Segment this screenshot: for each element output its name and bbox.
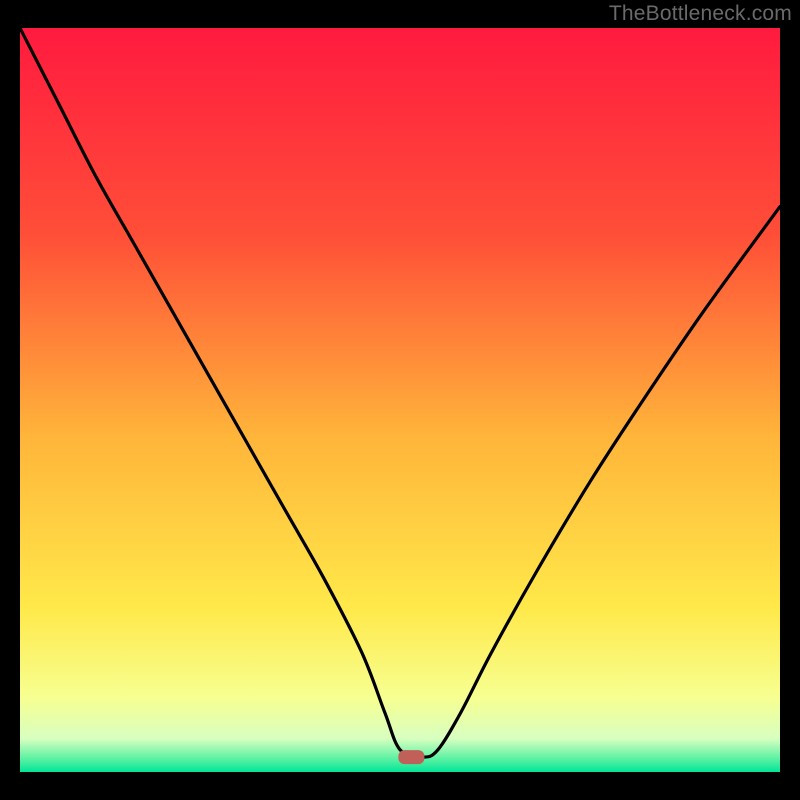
gradient-background (20, 28, 780, 772)
watermark-text: TheBottleneck.com (609, 2, 792, 26)
chart-frame: TheBottleneck.com (0, 0, 800, 800)
chart-svg (20, 28, 780, 772)
optimum-marker (398, 750, 424, 764)
plot-area (20, 28, 780, 772)
